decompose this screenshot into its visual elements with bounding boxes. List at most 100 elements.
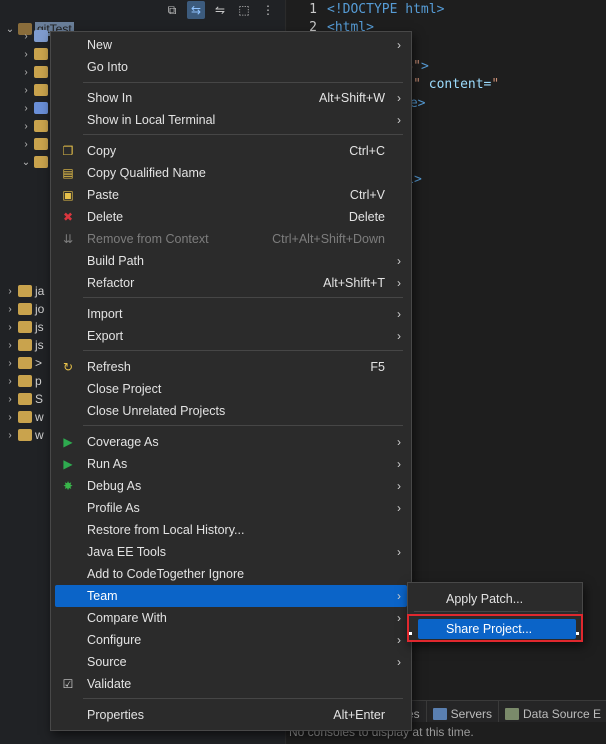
menu-item-copy[interactable]: ❐ Copy Ctrl+C	[55, 140, 407, 162]
menu-item-validate[interactable]: ☑ Validate	[55, 673, 407, 695]
project-folder-icon	[18, 339, 32, 351]
chevron-down-icon[interactable]: ⌄	[4, 24, 16, 35]
code-token: content=	[420, 76, 492, 92]
menu-item-coverage-as[interactable]: ▶ Coverage As ›	[55, 431, 407, 453]
view-menu-icon[interactable]: ⋮	[259, 1, 277, 19]
menu-item-label: Validate	[87, 677, 132, 691]
menu-item-show-in[interactable]: Show In Alt+Shift+W ›	[55, 87, 407, 109]
chevron-right-icon[interactable]: ›	[20, 139, 32, 150]
tree-item[interactable]: ›	[20, 81, 51, 99]
sync-icon[interactable]: ⇋	[211, 1, 229, 19]
menu-item-compare-with[interactable]: Compare With ›	[55, 607, 407, 629]
copy-icon: ❐	[62, 144, 74, 158]
chevron-right-icon[interactable]: ›	[4, 412, 16, 423]
tree-item-project[interactable]: › S	[4, 390, 43, 408]
chevron-right-icon[interactable]: ›	[4, 322, 16, 333]
menu-item-delete[interactable]: ✖ Delete Delete	[55, 206, 407, 228]
menu-item-show-in-local-terminal[interactable]: Show in Local Terminal ›	[55, 109, 407, 131]
tree-item[interactable]: ›	[20, 135, 51, 153]
chevron-right-icon[interactable]: ›	[20, 103, 32, 114]
menu-item-source[interactable]: Source ›	[55, 651, 407, 673]
menu-item-label: Copy Qualified Name	[87, 166, 206, 180]
menu-item-restore-from-local-history[interactable]: Restore from Local History...	[55, 519, 407, 541]
project-folder-icon	[18, 411, 32, 423]
tree-item-project[interactable]: › >	[4, 354, 42, 372]
chevron-right-icon[interactable]: ›	[20, 85, 32, 96]
chevron-right-icon: ›	[397, 307, 401, 321]
focus-icon[interactable]: ⬚	[235, 1, 253, 19]
menu-item-label: Export	[87, 329, 124, 343]
chevron-right-icon: ›	[397, 91, 401, 105]
menu-item-shortcut: Ctrl+Alt+Shift+Down	[272, 232, 385, 246]
menu-item-refactor[interactable]: Refactor Alt+Shift+T ›	[55, 272, 407, 294]
menu-item-java-ee-tools[interactable]: Java EE Tools ›	[55, 541, 407, 563]
chevron-right-icon[interactable]: ›	[20, 31, 32, 42]
menu-item-build-path[interactable]: Build Path ›	[55, 250, 407, 272]
chevron-right-icon[interactable]: ›	[20, 121, 32, 132]
delete-icon: ✖	[62, 210, 74, 224]
tree-item[interactable]: ›	[20, 27, 51, 45]
menu-item-run-as[interactable]: ▶ Run As ›	[55, 453, 407, 475]
chevron-right-icon: ›	[397, 545, 401, 559]
chevron-right-icon[interactable]: ›	[4, 394, 16, 405]
menu-item-refresh[interactable]: ↻ Refresh F5	[55, 356, 407, 378]
menu-item-add-to-codetogether-ignore[interactable]: Add to CodeTogether Ignore	[55, 563, 407, 585]
menu-item-label: Go Into	[87, 60, 128, 74]
project-folder-icon	[18, 429, 32, 441]
chevron-right-icon: ›	[397, 589, 401, 603]
chevron-right-icon: ›	[397, 254, 401, 268]
menu-item-shortcut: Alt+Shift+T	[323, 276, 385, 290]
chevron-right-icon[interactable]: ›	[4, 340, 16, 351]
paste-icon: ▣	[62, 188, 74, 202]
folder-icon	[34, 48, 48, 60]
tree-item-project[interactable]: › js	[4, 336, 43, 354]
menu-item-team[interactable]: Team ›	[55, 585, 407, 607]
menu-item-profile-as[interactable]: Profile As ›	[55, 497, 407, 519]
menu-item-copy-qualified-name[interactable]: ▤ Copy Qualified Name	[55, 162, 407, 184]
chevron-right-icon: ›	[397, 113, 401, 127]
tree-item-project[interactable]: › p	[4, 372, 41, 390]
menu-item-shortcut: Delete	[348, 210, 385, 224]
menu-item-apply-patch[interactable]: Apply Patch...	[414, 589, 578, 609]
menu-item-shortcut: Alt+Shift+W	[319, 91, 385, 105]
project-name: >	[35, 356, 43, 370]
menu-item-shortcut: F5	[370, 360, 385, 374]
tree-item-project[interactable]: › w	[4, 408, 44, 426]
collapse-all-icon[interactable]: ⧉	[163, 1, 181, 19]
chevron-right-icon[interactable]: ›	[20, 67, 32, 78]
menu-item-paste[interactable]: ▣ Paste Ctrl+V	[55, 184, 407, 206]
menu-item-label: Add to CodeTogether Ignore	[87, 567, 245, 581]
chevron-right-icon[interactable]: ›	[20, 49, 32, 60]
tree-item-project[interactable]: › w	[4, 426, 43, 444]
menu-item-shortcut: Ctrl+V	[349, 188, 385, 202]
menu-item-close-unrelated-projects[interactable]: Close Unrelated Projects	[55, 400, 407, 422]
menu-item-new[interactable]: New ›	[55, 34, 407, 56]
tree-item-project[interactable]: › ja	[4, 282, 44, 300]
menu-item-properties[interactable]: Properties Alt+Enter	[55, 704, 407, 726]
menu-separator	[83, 297, 403, 298]
menu-item-debug-as[interactable]: ✸ Debug As ›	[55, 475, 407, 497]
menu-item-go-into[interactable]: Go Into	[55, 56, 407, 78]
menu-item-configure[interactable]: Configure ›	[55, 629, 407, 651]
chevron-right-icon[interactable]: ›	[4, 286, 16, 297]
tree-item[interactable]: ›	[20, 45, 51, 63]
chevron-down-icon[interactable]: ⌄	[20, 157, 32, 168]
chevron-right-icon: ›	[397, 38, 401, 52]
chevron-right-icon: ›	[397, 329, 401, 343]
chevron-right-icon[interactable]: ›	[4, 304, 16, 315]
menu-item-close-project[interactable]: Close Project	[55, 378, 407, 400]
project-folder-icon	[18, 375, 32, 387]
chevron-right-icon[interactable]: ›	[4, 376, 16, 387]
chevron-right-icon[interactable]: ›	[4, 430, 16, 441]
tree-item-project[interactable]: › jo	[4, 300, 44, 318]
tree-item[interactable]: ⌄	[20, 153, 51, 171]
tree-item[interactable]: ›	[20, 117, 51, 135]
project-name: w	[35, 410, 44, 424]
tree-item[interactable]: ›	[20, 63, 51, 81]
link-with-editor-icon[interactable]: ⇆	[187, 1, 205, 19]
tree-item[interactable]: ›	[20, 99, 51, 117]
menu-item-import[interactable]: Import ›	[55, 303, 407, 325]
menu-item-export[interactable]: Export ›	[55, 325, 407, 347]
tree-item-project[interactable]: › js	[4, 318, 43, 336]
chevron-right-icon[interactable]: ›	[4, 358, 16, 369]
